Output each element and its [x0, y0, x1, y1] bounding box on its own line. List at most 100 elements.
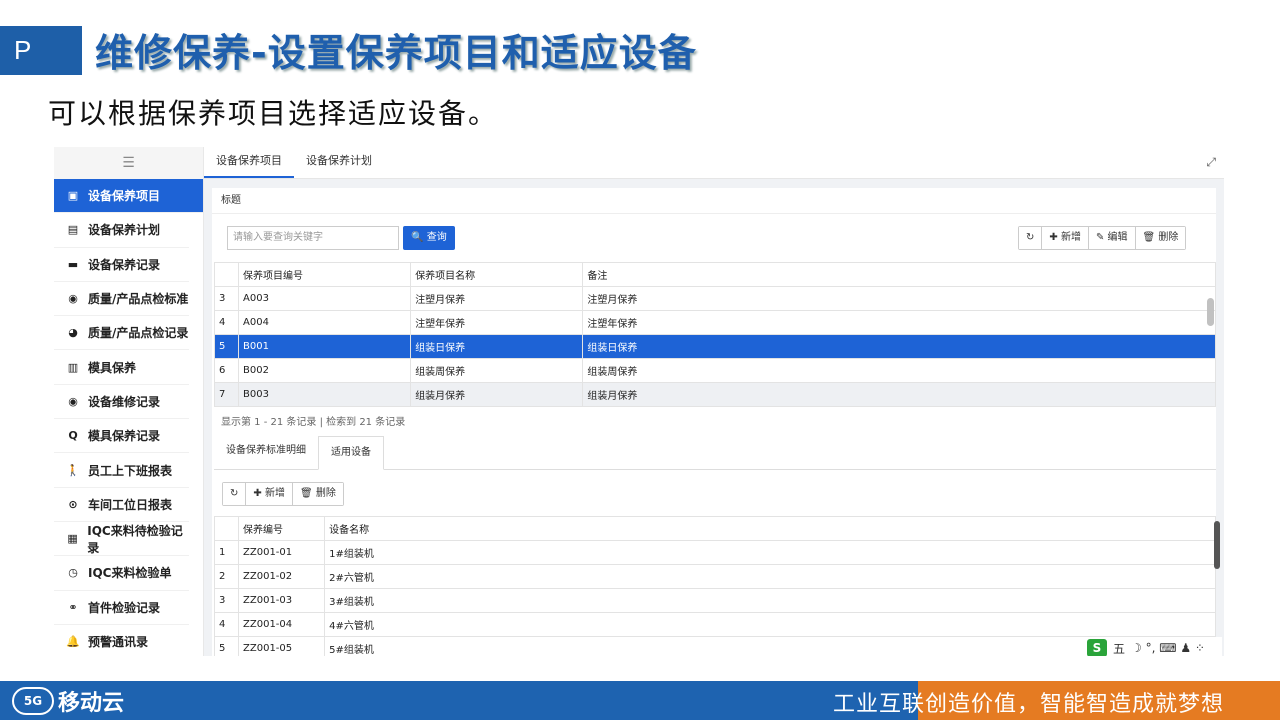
table-cell: ZZ001-03	[238, 588, 326, 613]
add-button[interactable]: ✚ 新增	[1042, 227, 1089, 249]
sidebar-item-label: 预警通讯录	[88, 635, 149, 649]
fullscreen-icon[interactable]: ⤢	[1206, 155, 1216, 170]
delete-button[interactable]: 🗑 删除	[1135, 227, 1186, 249]
compass-icon: ◉	[68, 292, 78, 306]
dashboard-icon: ◕	[68, 326, 78, 340]
handshake-icon: ⚭	[68, 600, 78, 614]
sub-toolbar: ↻ ✚ 新增 🗑 删除	[222, 482, 344, 506]
column-header[interactable]: 设备名称	[324, 516, 1216, 541]
table-cell: 注塑年保养	[410, 310, 584, 335]
table-cell: 4#六管机	[324, 612, 1216, 637]
sidebar-item-label: 员工上下班报表	[88, 463, 173, 478]
map-icon: ▦	[67, 532, 78, 546]
table-row[interactable]: 3 ZZ001-03 3#组装机	[213, 588, 1216, 613]
compass-icon: ◉	[68, 394, 78, 408]
table-row[interactable]: 4 ZZ001-04 4#六管机	[213, 612, 1216, 637]
logo-text: 移动云	[58, 691, 125, 716]
edit-button[interactable]: ✎ 编辑	[1088, 227, 1136, 249]
sub-add-button[interactable]: ✚ 新增	[246, 483, 293, 505]
content-panel: 标题 请输入要查询关键字 🔍 查询 ↻ ✚ 新增 ✎ 编辑 🗑 删除 保养项目编…	[212, 188, 1220, 656]
sub-refresh-button[interactable]: ↻	[223, 483, 247, 505]
table-cell: 5	[213, 636, 240, 656]
table-cell: 组装周保养	[410, 358, 584, 383]
scrollbar[interactable]	[1207, 298, 1214, 326]
sub-delete-button[interactable]: 🗑 删除	[292, 483, 343, 505]
table-row[interactable]: 2 ZZ001-02 2#六管机	[213, 564, 1216, 589]
column-header[interactable]: 保养项目名称	[410, 262, 584, 287]
sidebar-item-label: 模具保养	[88, 360, 137, 375]
sidebar-item[interactable]: 🔔 预警通讯录	[54, 625, 189, 656]
table-row[interactable]: 4 A004 注塑年保养 注塑年保养	[213, 310, 1216, 335]
sidebar-item-label: 质量/产品点检标准	[88, 292, 189, 307]
main-toolbar: ↻ ✚ 新增 ✎ 编辑 🗑 删除	[1018, 226, 1187, 250]
table-cell: 组装日保养	[410, 334, 584, 359]
sidebar-item-label: 质量/产品点检记录	[88, 326, 189, 341]
sidebar-item[interactable]: ◉ 设备维修记录	[54, 385, 189, 420]
table-cell: A004	[238, 310, 412, 335]
table-cell: 注塑月保养	[410, 286, 584, 311]
sidebar-item[interactable]: 🚶 员工上下班报表	[54, 453, 189, 488]
sidebar-item-label: 设备保养项目	[88, 189, 161, 204]
sidebar-item[interactable]: ◕ 质量/产品点检记录	[54, 316, 189, 351]
table-cell: B001	[238, 334, 412, 359]
refresh-button[interactable]: ↻	[1019, 227, 1043, 249]
table-row[interactable]: 5 B001 组装日保养 组装日保养	[213, 334, 1216, 359]
search-input[interactable]: 请输入要查询关键字	[227, 226, 399, 250]
column-header[interactable]: 保养编号	[238, 516, 326, 541]
table-cell: 组装月保养	[410, 382, 584, 407]
sidebar-item[interactable]: ▦ IQC来料待检验记录	[54, 522, 189, 557]
table-cell: 3#组装机	[324, 588, 1216, 613]
table-cell: B002	[238, 358, 412, 383]
table-cell: 7	[213, 382, 240, 407]
table-cell: 4	[213, 310, 240, 335]
table-cell: 6	[213, 358, 240, 383]
tab-maintenance-items[interactable]: 设备保养项目	[204, 147, 294, 178]
sidebar-item[interactable]: ▤ 设备保养计划	[54, 213, 189, 248]
sidebar-item-label: 首件检验记录	[88, 600, 161, 615]
sub-tab-bar: 设备保养标准明细 适用设备	[214, 434, 1216, 470]
subtab-applicable-devices[interactable]: 适用设备	[318, 436, 384, 470]
sidebar-item[interactable]: ▥ 模具保养	[54, 350, 189, 385]
table-cell: 5	[213, 334, 240, 359]
sidebar-item[interactable]: ⊙ 车间工位日报表	[54, 488, 189, 522]
table-cell: 组装周保养	[582, 358, 1216, 383]
sidebar-item-label: 设备维修记录	[88, 394, 161, 409]
sidebar-item[interactable]: ◉ 质量/产品点检标准	[54, 282, 189, 317]
table-row[interactable]: 7 B003 组装月保养 组装月保养	[213, 382, 1216, 407]
menu-collapse-icon[interactable]: ☰	[54, 147, 203, 179]
sidebar-item[interactable]: ▬ 设备保养记录	[54, 248, 189, 282]
sidebar-item-label: 车间工位日报表	[88, 497, 173, 512]
sidebar-item[interactable]: ▣ 设备保养项目	[54, 179, 203, 214]
column-header[interactable]: 保养项目编号	[238, 262, 412, 287]
panel-title: 标题	[212, 188, 1216, 214]
table-cell: 3	[213, 588, 240, 613]
column-header[interactable]: 备注	[582, 262, 1216, 287]
table-row[interactable]: 6 B002 组装周保养 组装周保养	[213, 358, 1216, 383]
sidebar-item[interactable]: ⚭ 首件检验记录	[54, 591, 189, 625]
slide-title: 维修保养-设置保养项目和适应设备	[95, 31, 697, 75]
sidebar: ☰ ▣ 设备保养项目 ▤ 设备保养计划 ▬ 设备保养记录 ◉ 质量/产品点检标准 ◕ 质量/产品点…	[54, 147, 204, 656]
table-cell: 2#六管机	[324, 564, 1216, 589]
sidebar-item[interactable]: Q 模具保养记录	[54, 419, 189, 454]
sidebar-item-label: 设备保养计划	[88, 223, 161, 238]
table-row[interactable]: 1 ZZ001-01 1#组装机	[213, 540, 1216, 565]
sidebar-item[interactable]: ◷ IQC来料检验单	[54, 556, 189, 591]
subtab-standard-detail[interactable]: 设备保养标准明细	[214, 435, 318, 469]
footer-slogan: 工业互联创造价值，智能智造成就梦想	[832, 692, 1224, 717]
table-cell: 组装月保养	[582, 382, 1216, 407]
scrollbar-secondary[interactable]	[1214, 521, 1220, 569]
table-row[interactable]: 5 ZZ001-05 5#组装机	[213, 636, 1216, 656]
sidebar-item-label: IQC来料检验单	[88, 566, 172, 581]
query-button[interactable]: 🔍 查询	[403, 226, 455, 250]
table-row[interactable]: 3 A003 注塑月保养 注塑月保养	[213, 286, 1216, 311]
search-icon: Q	[68, 429, 78, 443]
tab-maintenance-plan[interactable]: 设备保养计划	[294, 147, 384, 178]
ime-toolbar[interactable]: S 五 ☽ °, ⌨ ♟ ⁘	[1084, 637, 1222, 656]
table-cell: ZZ001-02	[238, 564, 326, 589]
column-header[interactable]	[213, 262, 240, 287]
column-header[interactable]	[213, 516, 240, 541]
app-window: ☰ ▣ 设备保养项目 ▤ 设备保养计划 ▬ 设备保养记录 ◉ 质量/产品点检标准 ◕ 质量/产品点…	[54, 147, 1224, 656]
logo: 5G 移动云	[12, 685, 124, 717]
table-cell: 4	[213, 612, 240, 637]
table-cell: ZZ001-01	[238, 540, 326, 565]
